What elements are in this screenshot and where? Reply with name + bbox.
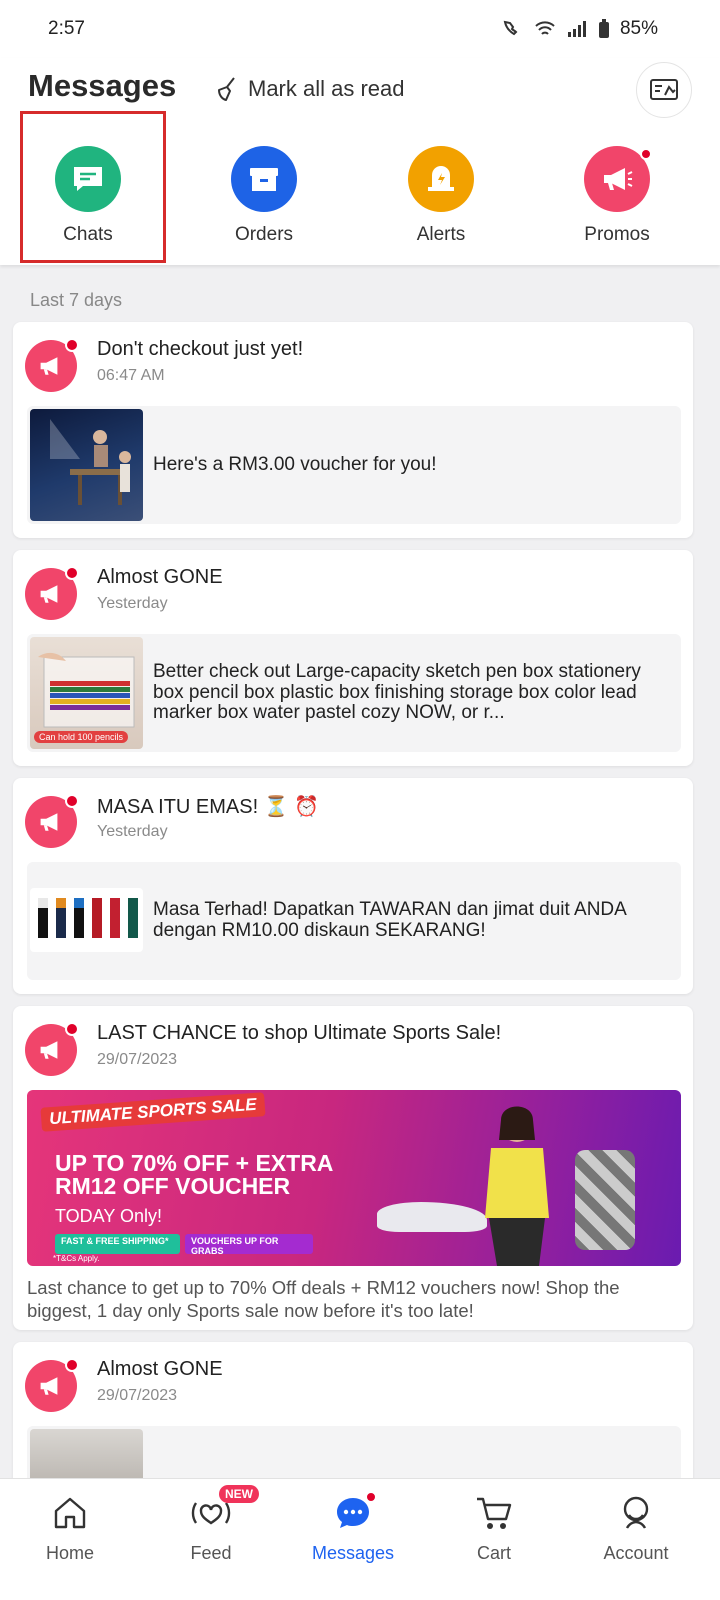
category-promos[interactable]: Promos [547, 146, 687, 246]
category-label: Orders [234, 224, 294, 245]
nav-account[interactable]: Account [576, 1491, 696, 1564]
nav-label: Feed [190, 1543, 232, 1563]
feed-live-icon: NEW [151, 1485, 271, 1535]
battery-percent: 85% [619, 18, 658, 39]
megaphone-icon [25, 794, 79, 848]
status-icons [502, 19, 610, 39]
section-label: Last 7 days [30, 290, 123, 310]
message-snippet: Here's a RM3.00 voucher for you! [153, 453, 437, 475]
megaphone-icon [25, 1022, 79, 1076]
product-thumbnail [30, 409, 143, 521]
promos-unread-dot [640, 148, 652, 160]
mark-all-read-label: Mark all as read [248, 76, 405, 101]
message-preview[interactable] [27, 1426, 681, 1489]
thumbnail-caption: Can hold 100 pencils [34, 731, 129, 743]
chat-settings-button[interactable] [636, 62, 692, 118]
box-icon [231, 146, 297, 212]
nav-feed[interactable]: NEW Feed [151, 1485, 271, 1564]
promo-banner[interactable]: ULTIMATE SPORTS SALE UP TO 70% OFF + EXT… [27, 1090, 681, 1266]
banner-headline: UP TO 70% OFF + EXTRA RM12 OFF VOUCHER [55, 1150, 334, 1199]
megaphone-icon [25, 338, 79, 392]
message-card[interactable]: MASA ITU EMAS! ⏳ ⏰ Yesterday Masa Terhad… [13, 778, 693, 994]
signal-icon [568, 21, 586, 37]
message-card[interactable]: LAST CHANCE to shop Ultimate Sports Sale… [13, 1006, 693, 1330]
status-time: 2:57 [48, 18, 85, 39]
nav-label: Cart [476, 1543, 511, 1563]
message-settings-icon [650, 79, 678, 100]
nav-label: Account [603, 1543, 669, 1563]
wifi-call-icon [503, 20, 518, 36]
megaphone-icon [584, 146, 652, 212]
nav-home[interactable]: Home [10, 1491, 130, 1564]
message-title: Almost GONE [97, 566, 223, 588]
nav-cart[interactable]: Cart [434, 1491, 554, 1564]
megaphone-icon [25, 566, 79, 620]
nav-label: Home [45, 1543, 94, 1563]
unread-dot [65, 794, 79, 808]
unread-dot [65, 566, 79, 580]
banner-subtext: TODAY Only! [55, 1206, 163, 1226]
message-time: Yesterday [97, 823, 168, 840]
message-title: LAST CHANCE to shop Ultimate Sports Sale… [97, 1022, 502, 1044]
status-bar: 2:57 85% [0, 0, 720, 58]
message-card[interactable]: Almost GONE Yesterday Can hold 100 penci… [13, 550, 693, 766]
banner-badge: ULTIMATE SPORTS SALE [40, 1092, 266, 1132]
shipping-tag: FAST & FREE SHIPPING* [55, 1234, 180, 1254]
message-preview[interactable]: Can hold 100 pencils Better check out La… [27, 634, 681, 752]
message-snippet: Better check out Large-capacity sketch p… [153, 660, 641, 724]
message-snippet: Masa Terhad! Dapatkan TAWARAN dan jimat … [153, 899, 626, 941]
message-title: Almost GONE [97, 1358, 223, 1380]
message-time: 06:47 AM [97, 367, 165, 384]
message-time: Yesterday [97, 595, 168, 612]
nav-messages[interactable]: Messages [293, 1491, 413, 1564]
megaphone-icon [25, 1358, 79, 1412]
alert-bell-icon [408, 146, 474, 212]
message-title: MASA ITU EMAS! ⏳ ⏰ [97, 796, 320, 818]
wifi-icon [535, 21, 555, 35]
category-alerts[interactable]: Alerts [371, 146, 511, 246]
category-label: Promos [584, 224, 650, 245]
mark-all-read-button[interactable]: Mark all as read [214, 76, 405, 102]
message-description: Last chance to get up to 70% Off deals +… [27, 1277, 620, 1322]
terms-note: *T&Cs Apply. [53, 1254, 100, 1263]
new-badge: NEW [219, 1485, 259, 1503]
message-bubble-icon [293, 1491, 413, 1535]
bottom-navigation: Home NEW Feed Messages Cart Account [0, 1478, 720, 1600]
nav-label: Messages [311, 1543, 395, 1563]
messages-header: Messages Mark all as read Chats Orders A… [0, 58, 720, 265]
message-time: 29/07/2023 [97, 1387, 178, 1404]
unread-dot [65, 338, 79, 352]
product-thumbnail [30, 888, 143, 952]
home-icon [10, 1491, 130, 1535]
model-image [485, 1106, 549, 1266]
message-preview[interactable]: Masa Terhad! Dapatkan TAWARAN dan jimat … [27, 862, 681, 980]
unread-dot [65, 1358, 79, 1372]
messages-unread-dot [365, 1491, 377, 1503]
broom-icon [218, 77, 235, 101]
battery-icon [599, 19, 609, 38]
chats-highlight-box [20, 111, 166, 263]
product-thumbnail: Can hold 100 pencils [30, 637, 143, 749]
message-preview[interactable]: Here's a RM3.00 voucher for you! [27, 406, 681, 524]
voucher-tag: VOUCHERS UP FOR GRABS [185, 1234, 313, 1256]
page-title: Messages [28, 68, 177, 103]
category-label: Alerts [416, 224, 466, 245]
category-orders[interactable]: Orders [194, 146, 334, 246]
backpack-image [575, 1150, 635, 1250]
message-card[interactable]: Don't checkout just yet! 06:47 AM Here's… [13, 322, 693, 538]
account-icon [576, 1491, 696, 1535]
cart-icon [434, 1491, 554, 1535]
unread-dot [65, 1022, 79, 1036]
message-title: Don't checkout just yet! [97, 338, 304, 360]
message-time: 29/07/2023 [97, 1051, 178, 1068]
